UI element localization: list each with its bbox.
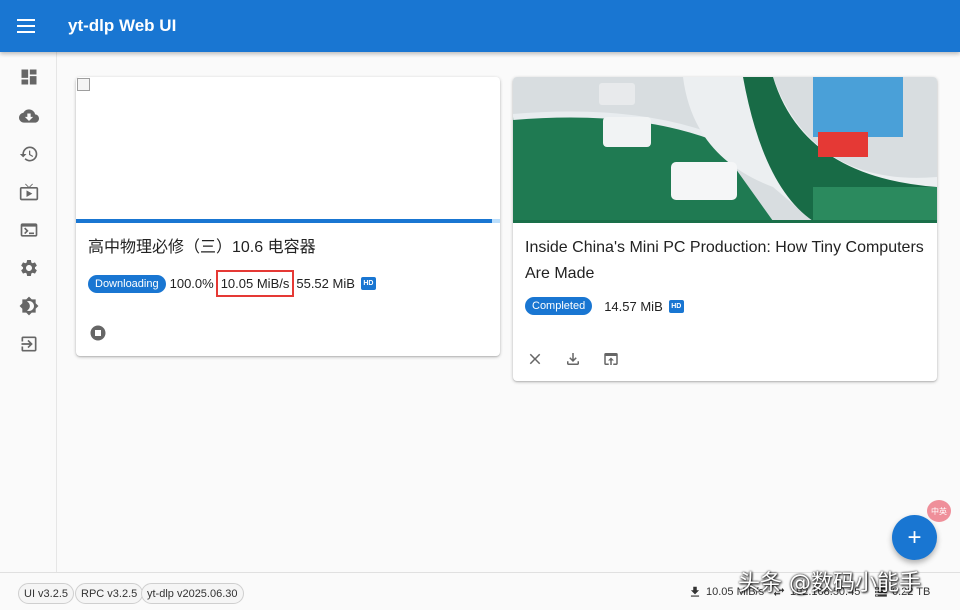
rpc-version-chip: RPC v3.2.5 [75,583,144,604]
video-title: Inside China's Mini PC Production: How T… [525,239,924,282]
video-thumbnail [513,77,937,221]
ytdlp-version-chip: yt-dlp v2025.06.30 [141,583,244,604]
status-badge: Completed [525,297,593,315]
sidebar [0,52,57,572]
live-tv-icon [19,183,38,201]
app-title: yt-dlp Web UI [68,16,177,35]
hd-badge: HD [360,277,376,290]
hd-badge: HD [668,299,684,313]
nav-settings[interactable] [0,249,57,287]
app-bar: yt-dlp Web UI [0,0,960,52]
translate-badge[interactable]: 中英 [927,500,951,522]
ui-version-chip: UI v3.2.5 [18,583,75,604]
status-badge: Downloading [88,274,166,293]
download-icon [690,586,700,597]
file-size: 14.57 MiB [604,298,663,314]
nav-logout[interactable] [0,325,57,363]
plus-icon: + [907,523,922,551]
add-download-button[interactable]: + [892,515,937,560]
download-meta: Completed 14.57 MiB HD [525,297,684,315]
nav-theme-toggle[interactable] [0,287,57,325]
logout-icon [21,336,36,352]
nav-livestream[interactable] [0,173,57,211]
remove-button[interactable] [523,347,547,371]
cloud-download-icon [18,109,39,123]
download-meta: Downloading 100.0% 10.05 MiB/s 55.52 MiB… [88,270,376,297]
progress-percent: 100.0% [169,276,214,291]
thumbnail-divider [513,220,937,223]
nav-downloads[interactable] [0,97,57,135]
download-card: Inside China's Mini PC Production: How T… [513,77,937,381]
watermark: 头条 @数码小能手 [738,571,921,596]
download-file-button[interactable] [561,347,585,371]
history-icon [19,146,37,162]
terminal-icon [20,223,37,237]
download-progress-fill [76,219,492,223]
dashboard-icon [21,69,36,85]
file-size: 55.52 MiB [296,276,355,291]
broken-image-icon [77,78,90,91]
open-external-icon [604,353,618,365]
video-title: 高中物理必修（三）10.6 电容器 [88,239,316,256]
stop-button[interactable] [86,321,110,345]
download-card: 高中物理必修（三）10.6 电容器 Downloading 100.0% 10.… [76,77,500,356]
open-in-new-button[interactable] [599,347,623,371]
settings-icon [20,260,37,276]
video-thumbnail [76,77,500,221]
theme-toggle-icon [19,296,38,316]
download-icon [567,353,579,365]
nav-dashboard[interactable] [0,58,57,96]
download-speed: 10.05 MiB/s [215,270,295,297]
download-progress-bar [76,219,500,223]
menu-button[interactable] [0,0,52,52]
stop-circle-icon [90,325,106,341]
nav-terminal[interactable] [0,211,57,249]
nav-history[interactable] [0,135,57,173]
close-icon [529,353,541,365]
hamburger-icon [17,19,35,33]
